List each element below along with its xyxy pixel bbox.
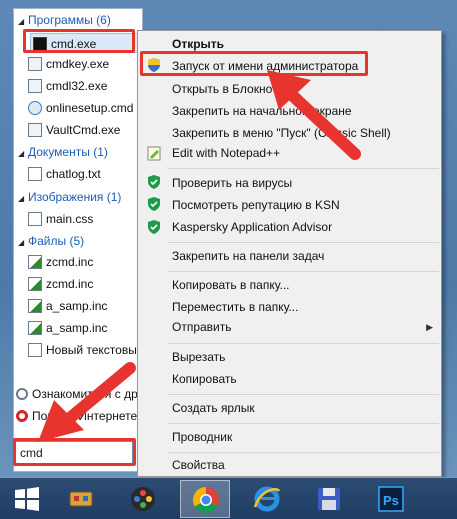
result-cmdl32-exe[interactable]: cmdl32.exe	[28, 76, 107, 96]
kaspersky-shield-icon	[148, 175, 160, 189]
windows-start-icon	[15, 487, 39, 511]
app-icon	[28, 123, 42, 137]
kaspersky-shield-icon	[148, 197, 160, 211]
red-arrow-icon	[38, 362, 136, 442]
app-icon	[28, 57, 42, 71]
menu-separator	[168, 271, 439, 272]
result-zcmd-inc-2[interactable]: zcmd.inc	[28, 274, 93, 294]
group-header-files[interactable]: ◢ Файлы (5)	[18, 233, 84, 249]
collapse-triangle-icon: ◢	[18, 238, 25, 247]
result-zcmd-inc[interactable]: zcmd.inc	[28, 252, 93, 272]
chrome-icon	[192, 486, 219, 514]
taskbar: Ps	[0, 477, 457, 519]
taskbar-paint-app[interactable]	[118, 480, 168, 518]
taskbar-photoshop[interactable]: Ps	[366, 480, 416, 518]
app-icon	[28, 79, 42, 93]
notepadpp-file-icon	[28, 255, 42, 269]
photoshop-label: Ps	[383, 493, 399, 508]
menu-separator	[168, 168, 439, 169]
text-file-icon	[28, 343, 42, 357]
menu-ksn-reputation[interactable]: Посмотреть репутацию в KSN	[172, 194, 340, 216]
group-header-documents[interactable]: ◢ Документы (1)	[18, 144, 108, 160]
magnifier-icon	[16, 388, 28, 400]
result-a-samp-inc-2[interactable]: a_samp.inc	[28, 318, 107, 338]
menu-send-to[interactable]: Отправить	[172, 316, 232, 338]
menu-kaspersky-advisor[interactable]: Kaspersky Application Advisor	[172, 216, 332, 238]
red-arrow-icon	[267, 70, 361, 160]
notepadpp-file-icon	[28, 277, 42, 291]
collapse-triangle-icon: ◢	[18, 149, 25, 158]
group-header-images[interactable]: ◢ Изображения (1)	[18, 189, 121, 205]
menu-explorer[interactable]: Проводник	[172, 426, 232, 448]
result-onlinesetup-cmd[interactable]: onlinesetup.cmd	[28, 98, 133, 118]
result-main-css[interactable]: main.css	[28, 209, 93, 229]
start-button[interactable]	[2, 480, 52, 518]
menu-separator	[168, 423, 439, 424]
photoshop-icon: Ps	[378, 486, 404, 512]
menu-copy[interactable]: Копировать	[172, 368, 237, 390]
result-vaultcmd-exe[interactable]: VaultCmd.exe	[28, 120, 120, 140]
menu-separator	[168, 394, 439, 395]
menu-create-shortcut[interactable]: Создать ярлык	[172, 397, 255, 419]
taskbar-internet-explorer[interactable]	[242, 480, 292, 518]
submenu-arrow-icon: ▶	[426, 322, 433, 332]
ie-icon	[253, 486, 281, 512]
game-icon	[69, 491, 93, 507]
text-file-icon	[28, 167, 42, 181]
group-header-programs[interactable]: ◢ Программы (6)	[18, 12, 111, 28]
notepadpp-icon	[147, 146, 161, 161]
paint-icon	[131, 487, 155, 511]
result-new-text-file[interactable]: Новый текстовый	[28, 340, 144, 360]
taskbar-game-app[interactable]	[56, 480, 106, 518]
menu-properties[interactable]: Свойства	[172, 454, 225, 476]
result-a-samp-inc[interactable]: a_samp.inc	[28, 296, 107, 316]
result-cmdkey-exe[interactable]: cmdkey.exe	[28, 54, 109, 74]
opera-icon	[16, 410, 28, 422]
gear-icon	[28, 101, 42, 115]
menu-copy-to-folder[interactable]: Копировать в папку...	[172, 274, 290, 296]
highlight-cmd-exe	[23, 29, 135, 53]
file-icon	[28, 212, 42, 226]
taskbar-chrome[interactable]	[180, 480, 230, 518]
menu-separator	[168, 343, 439, 344]
menu-move-to-folder[interactable]: Переместить в папку...	[172, 296, 298, 318]
notepadpp-file-icon	[28, 299, 42, 313]
menu-cut[interactable]: Вырезать	[172, 346, 225, 368]
menu-scan-viruses[interactable]: Проверить на вирусы	[172, 172, 292, 194]
floppy-icon	[318, 488, 340, 510]
notepadpp-file-icon	[28, 321, 42, 335]
menu-pin-to-taskbar[interactable]: Закрепить на панели задач	[172, 245, 324, 267]
result-chatlog-txt[interactable]: chatlog.txt	[28, 164, 101, 184]
collapse-triangle-icon: ◢	[18, 17, 25, 26]
collapse-triangle-icon: ◢	[18, 194, 25, 203]
menu-separator	[168, 242, 439, 243]
kaspersky-shield-icon	[148, 220, 160, 234]
menu-separator	[168, 452, 439, 453]
taskbar-save-app[interactable]	[304, 480, 354, 518]
